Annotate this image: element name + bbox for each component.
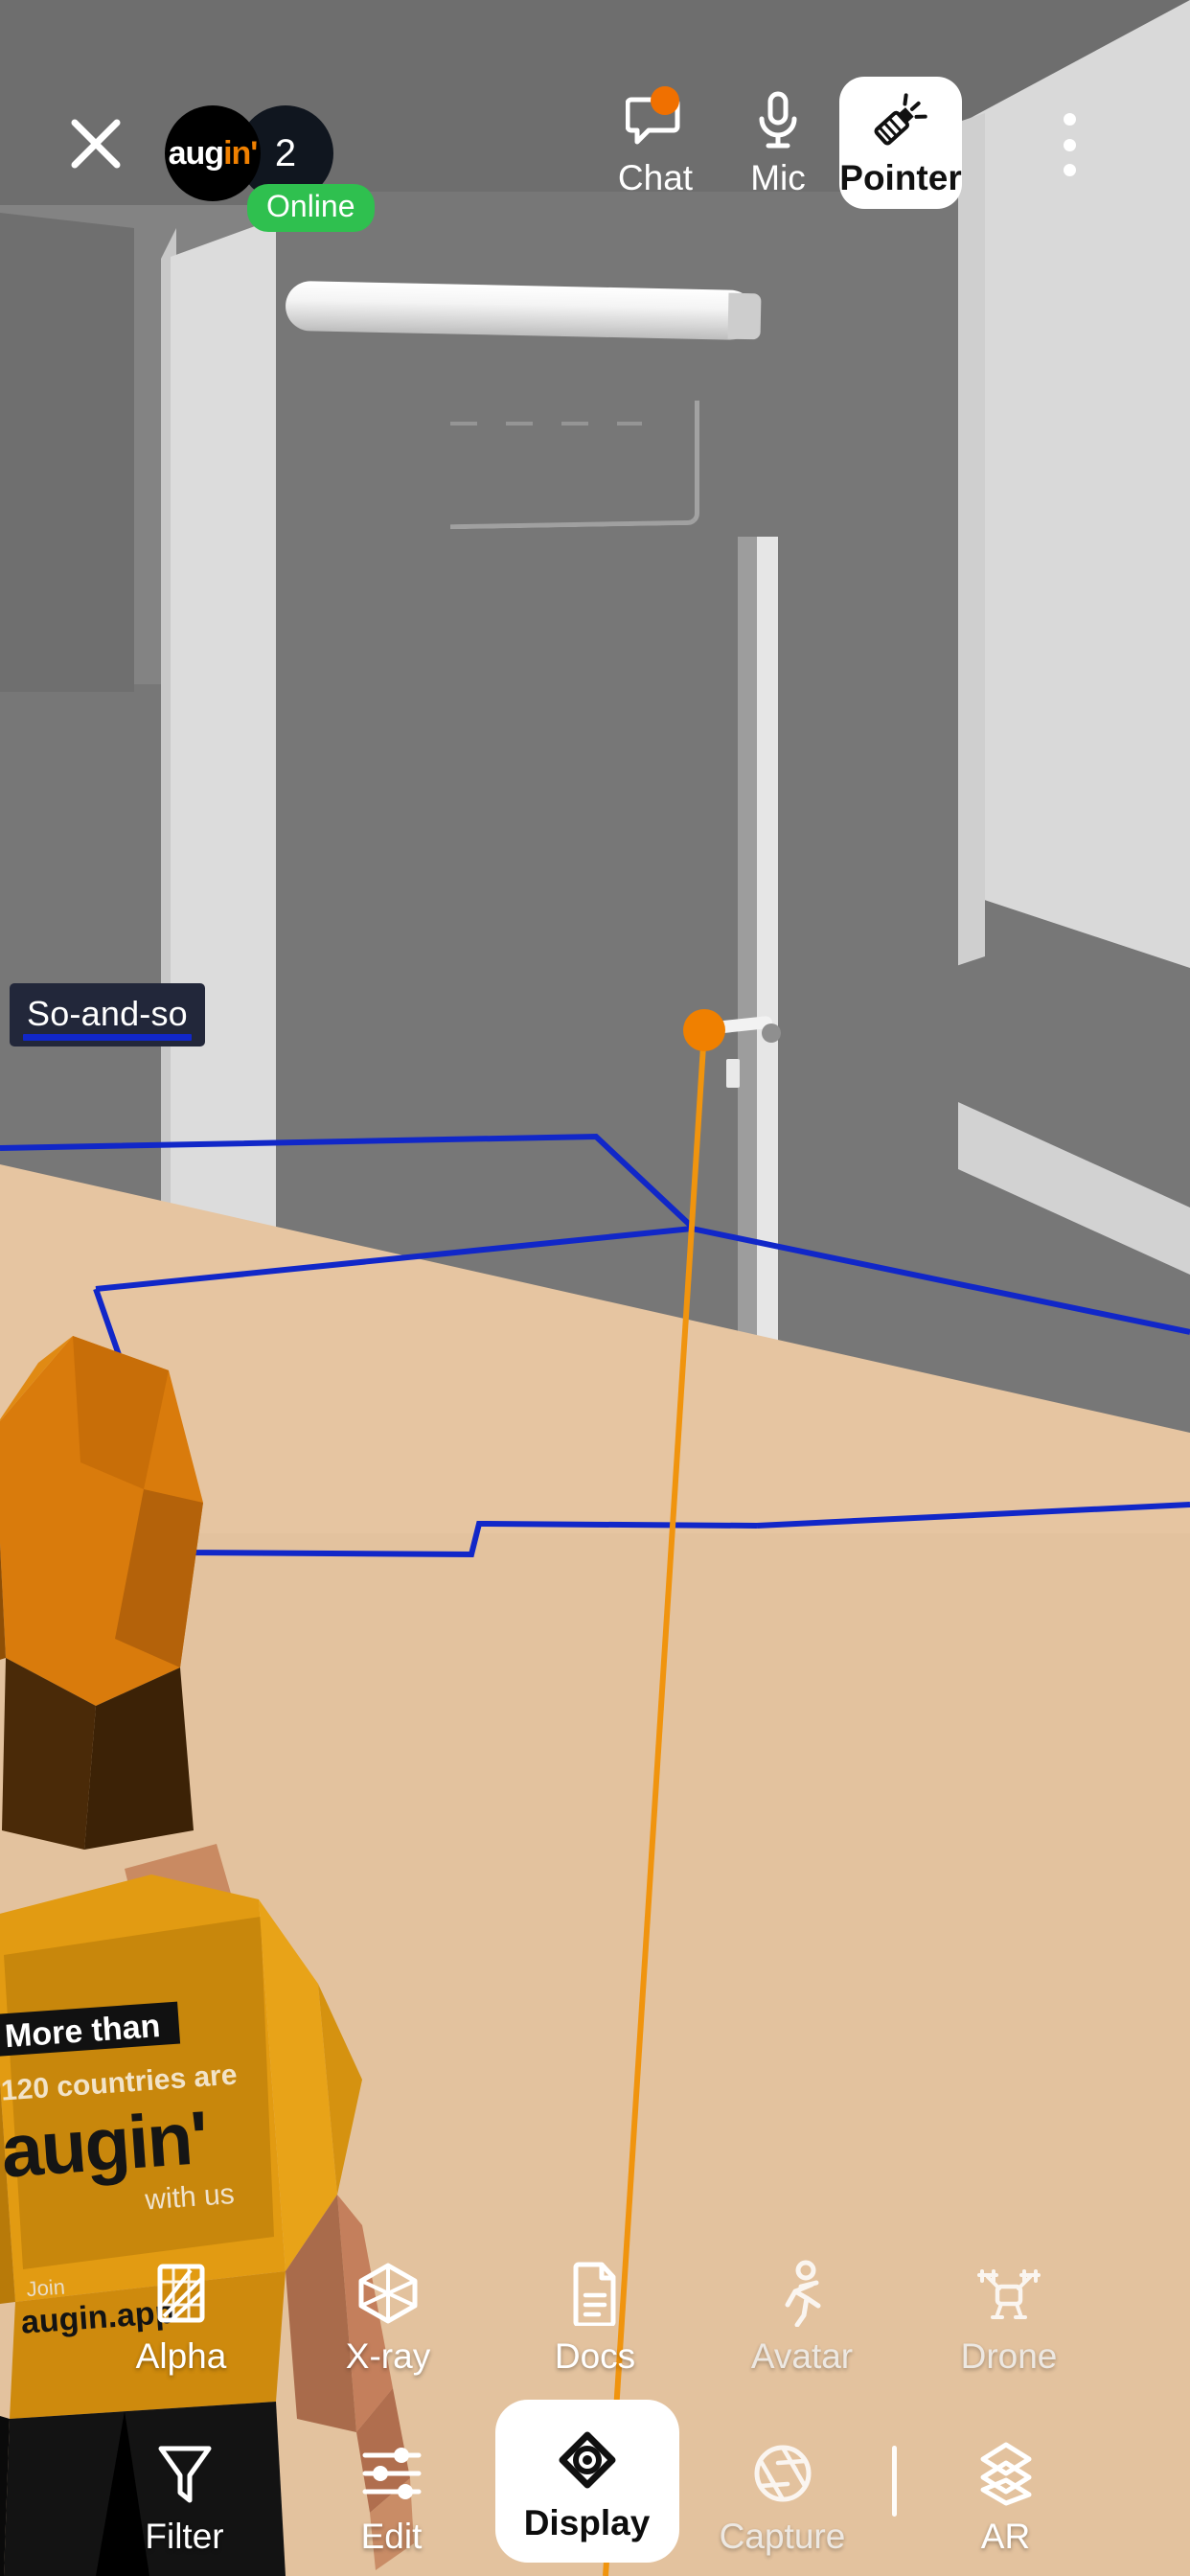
laser-pointer-icon <box>874 93 927 146</box>
name-tag-underline <box>23 1034 192 1041</box>
pointer-glyph-wrap <box>871 90 930 150</box>
bottom-item-docs-label: Docs <box>554 2336 636 2376</box>
ar-glyph-wrap <box>974 2438 1038 2509</box>
close-session-button[interactable] <box>67 115 125 172</box>
close-icon <box>71 119 121 169</box>
eye-icon <box>559 2431 615 2489</box>
participant-name-tag: So-and-so <box>10 983 205 1046</box>
bottom-item-avatar-label: Avatar <box>750 2336 854 2376</box>
more-vertical-icon-dot-2 <box>1063 138 1076 151</box>
ar-session-screen: More than 120 countries are augin' with … <box>0 0 1190 2576</box>
bottom-item-edit-label: Edit <box>360 2517 423 2556</box>
bottom-item-display-label: Display <box>523 2503 651 2542</box>
scene-left-wall <box>0 213 134 692</box>
bottom-item-edit[interactable]: Edit <box>288 2430 495 2563</box>
more-vertical-icon-dot-1 <box>1063 113 1076 126</box>
filter-glyph-wrap <box>156 2438 214 2509</box>
chat-unread-badge <box>651 86 679 115</box>
ar-camera-scene[interactable]: More than 120 countries are augin' with … <box>0 0 1190 2576</box>
bottom-toolbar-row-1: Alpha X-ray Docs Avatar Drone <box>0 2250 1190 2400</box>
scene-crown-moulding <box>285 280 756 341</box>
status-badge-online: Online <box>247 184 375 232</box>
avatar-shirt-line4: with us <box>143 2178 235 2217</box>
alpha-glyph-wrap <box>152 2258 210 2329</box>
top-tool-group: Chat Mic Pointer <box>594 77 962 209</box>
display-glyph-wrap <box>553 2425 622 2496</box>
pointer-target-dot <box>683 1009 725 1051</box>
bottom-item-alpha[interactable]: Alpha <box>78 2250 285 2382</box>
bottom-item-capture-label: Capture <box>719 2517 846 2556</box>
bottom-item-xray-label: X-ray <box>345 2336 431 2376</box>
bottom-toolbar: Alpha X-ray Docs Avatar Drone Filter Edi… <box>0 2250 1190 2576</box>
bottom-item-filter-label: Filter <box>145 2517 224 2556</box>
scene-crown-cap <box>727 292 762 340</box>
running-person-icon <box>785 2260 821 2327</box>
bottom-item-drone-label: Drone <box>960 2336 1058 2376</box>
avatar-augin-logo[interactable]: augin' <box>165 105 261 201</box>
participant-name-label: So-and-so <box>27 994 188 1033</box>
tool-mic-label: Mic <box>750 158 806 197</box>
capture-glyph-wrap <box>751 2438 814 2509</box>
bottom-item-xray[interactable]: X-ray <box>285 2250 492 2382</box>
xray-glyph-wrap <box>356 2258 420 2329</box>
chat-glyph-wrap <box>626 86 685 150</box>
aperture-icon <box>754 2445 811 2502</box>
bottom-item-drone[interactable]: Drone <box>905 2250 1112 2382</box>
bottom-item-docs[interactable]: Docs <box>492 2250 698 2382</box>
bottom-item-ar[interactable]: AR <box>903 2430 1110 2563</box>
participants-presence[interactable]: augin' 2 Online <box>165 105 375 232</box>
edit-glyph-wrap <box>361 2438 423 2509</box>
bottom-item-alpha-label: Alpha <box>135 2336 227 2376</box>
avatar-shirt-line3: augin' <box>0 2095 210 2194</box>
bottom-item-capture[interactable]: Capture <box>679 2430 886 2563</box>
document-icon <box>573 2262 616 2326</box>
sliders-icon <box>362 2448 421 2499</box>
tool-chat-label: Chat <box>617 158 694 197</box>
avatar-glyph-wrap <box>774 2258 830 2329</box>
alpha-hatch-icon <box>157 2264 205 2323</box>
bottom-toolbar-row-2: Filter Edit Display Capture AR <box>0 2400 1190 2563</box>
xray-cube-icon <box>358 2263 418 2324</box>
layers-icon <box>980 2442 1031 2506</box>
bottom-item-ar-label: AR <box>980 2517 1031 2556</box>
tool-pointer-label: Pointer <box>839 158 962 197</box>
bottom-item-filter[interactable]: Filter <box>81 2430 288 2563</box>
drone-glyph-wrap <box>973 2258 1044 2329</box>
docs-glyph-wrap <box>569 2258 621 2329</box>
mic-glyph-wrap <box>756 90 800 150</box>
tool-chat[interactable]: Chat <box>594 84 717 197</box>
tool-mic[interactable]: Mic <box>717 84 839 197</box>
toolbar-divider <box>891 2446 897 2517</box>
scene-panel-mark <box>450 400 699 530</box>
tool-pointer[interactable]: Pointer <box>839 77 962 209</box>
top-toolbar: augin' 2 Online Chat Mic Pointer <box>0 0 1190 232</box>
drone-icon <box>977 2269 1041 2319</box>
funnel-icon <box>158 2446 211 2503</box>
avatar-logo-text: augin' <box>168 134 259 172</box>
more-options-button[interactable] <box>1041 113 1098 176</box>
microphone-icon <box>759 91 797 149</box>
more-vertical-icon-dot-3 <box>1063 164 1076 176</box>
participant-count-label: 2 <box>274 131 297 174</box>
bottom-item-display[interactable]: Display <box>494 2400 679 2563</box>
bottom-item-avatar[interactable]: Avatar <box>698 2250 905 2382</box>
